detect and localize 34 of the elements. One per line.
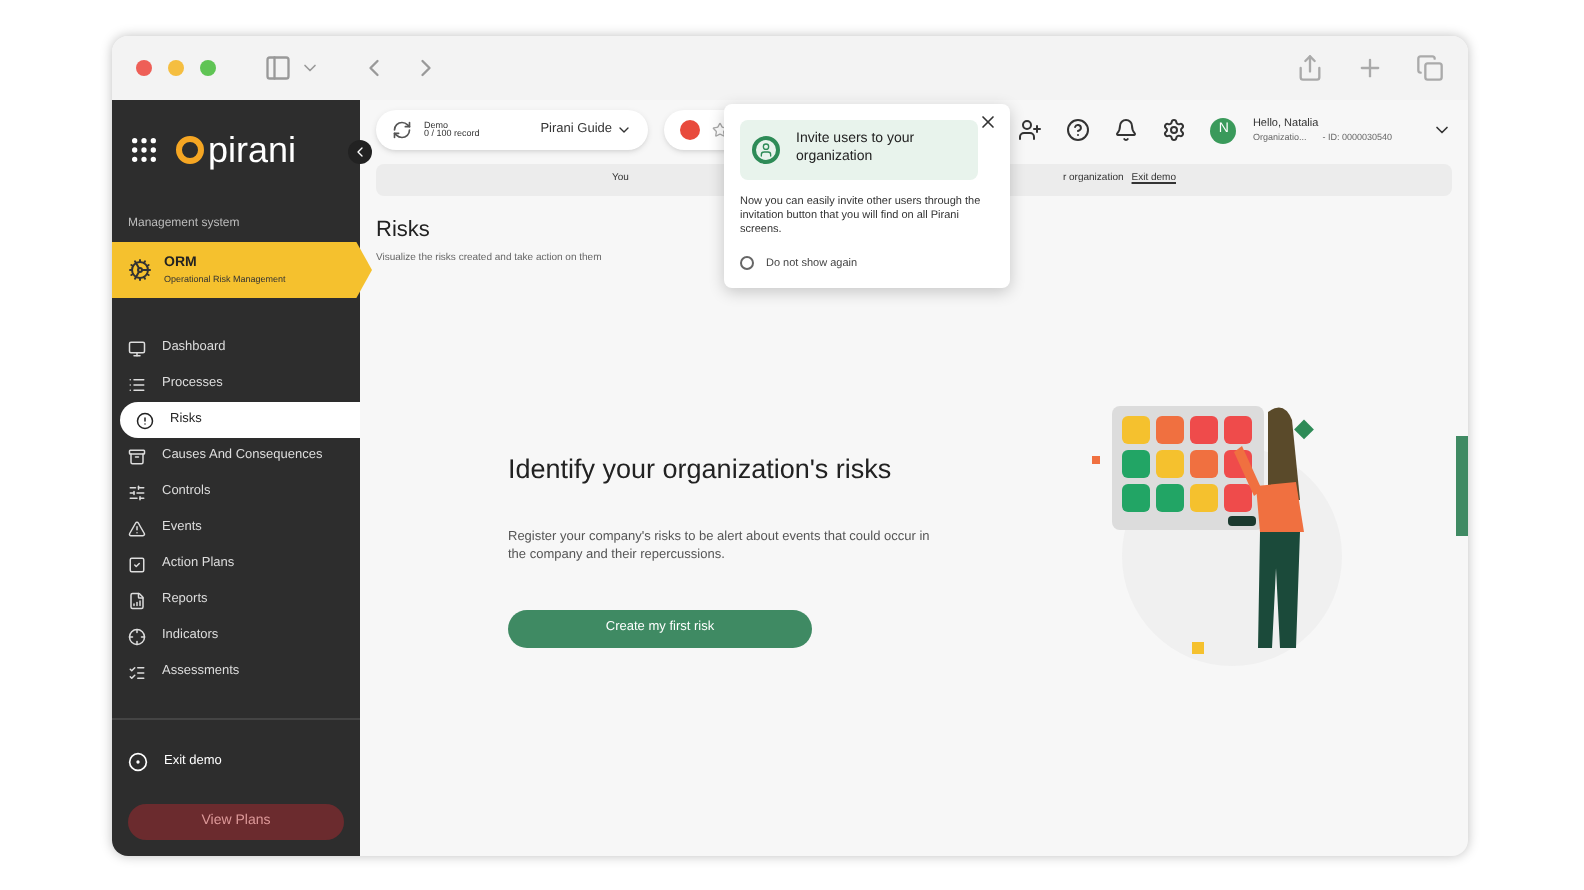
chevron-down-icon xyxy=(616,122,632,138)
close-glyph-icon xyxy=(978,112,998,132)
settings-icon[interactable] xyxy=(1162,118,1187,142)
sidebar-icon[interactable] xyxy=(264,54,292,82)
module-icon xyxy=(128,258,152,282)
chevron-left-icon xyxy=(352,144,368,160)
archive-icon xyxy=(128,447,146,465)
tabs-icon[interactable] xyxy=(1416,54,1444,82)
empty-state-heading: Identify your organization's risks xyxy=(508,454,894,489)
collapse-button[interactable] xyxy=(348,140,372,164)
bell-icon[interactable] xyxy=(1114,118,1139,142)
list-icon xyxy=(128,375,146,393)
refresh-icon xyxy=(392,120,412,140)
monitor-icon xyxy=(128,339,146,357)
report-icon xyxy=(128,591,146,609)
close-icon[interactable] xyxy=(978,112,998,132)
alert-circle-icon xyxy=(136,411,154,429)
exit-icon xyxy=(128,752,148,772)
logo-icon xyxy=(176,136,204,164)
checklist-icon xyxy=(128,663,146,681)
help-icon[interactable] xyxy=(1066,118,1091,142)
sliders-icon xyxy=(128,483,146,501)
star-icon[interactable] xyxy=(712,122,728,138)
plus-icon[interactable] xyxy=(1356,54,1384,82)
person-icon xyxy=(758,141,774,158)
record-icon[interactable] xyxy=(680,120,700,140)
logo-text: pirani xyxy=(208,132,297,168)
crosshair-icon xyxy=(128,627,146,645)
page-title: Risks xyxy=(376,216,430,246)
add-user-icon[interactable] xyxy=(1018,118,1043,142)
grid-icon[interactable] xyxy=(128,134,160,166)
warning-icon xyxy=(128,519,146,537)
share-icon[interactable] xyxy=(1296,54,1324,82)
checkbox-icon xyxy=(128,555,146,573)
